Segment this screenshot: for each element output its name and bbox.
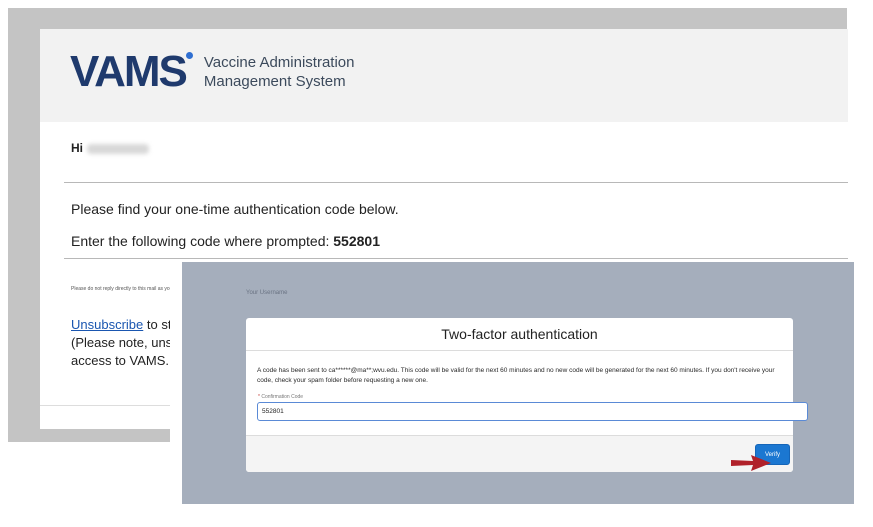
code-prompt-text: Enter the following code where prompted: [71, 233, 334, 249]
divider-bottom [64, 258, 848, 259]
greeting: Hi [71, 141, 149, 155]
modal-header-divider [246, 350, 793, 351]
tfa-screenshot: Your Username Two-factor authentication … [170, 262, 873, 527]
intro-text: Please find your one-time authentication… [71, 201, 399, 217]
confirmation-code-label: * Confirmation Code [258, 394, 303, 400]
logo-mark: VAMS [70, 50, 193, 94]
red-arrow-icon [731, 455, 771, 471]
modal-footer [246, 436, 793, 472]
tfa-modal: Two-factor authentication A code has bee… [246, 318, 808, 472]
divider-top [64, 182, 848, 183]
greeting-prefix: Hi [71, 141, 83, 155]
unsubscribe-link[interactable]: Unsubscribe [71, 317, 143, 332]
username-label: Your Username [246, 290, 288, 296]
modal-title: Two-factor authentication [441, 326, 598, 342]
logo-line1: Vaccine Administration [203, 54, 355, 71]
logo-dot-icon [185, 52, 193, 59]
code-prompt: Enter the following code where prompted:… [71, 233, 380, 249]
logo-line2: Management System [203, 73, 346, 90]
confirmation-code-label-text: Confirmation Code [261, 394, 304, 400]
logo-text: Vaccine Administration Management System [204, 53, 355, 91]
required-mark: * [258, 394, 260, 400]
confirmation-code-input[interactable] [257, 402, 808, 421]
email-header: VAMS Vaccine Administration Management S… [40, 29, 848, 122]
vams-logo: VAMS Vaccine Administration Management S… [70, 50, 355, 94]
modal-message: A code has been sent to ca******@ma**;wv… [257, 367, 775, 384]
redacted-name [87, 143, 149, 154]
auth-code: 552801 [333, 233, 380, 249]
